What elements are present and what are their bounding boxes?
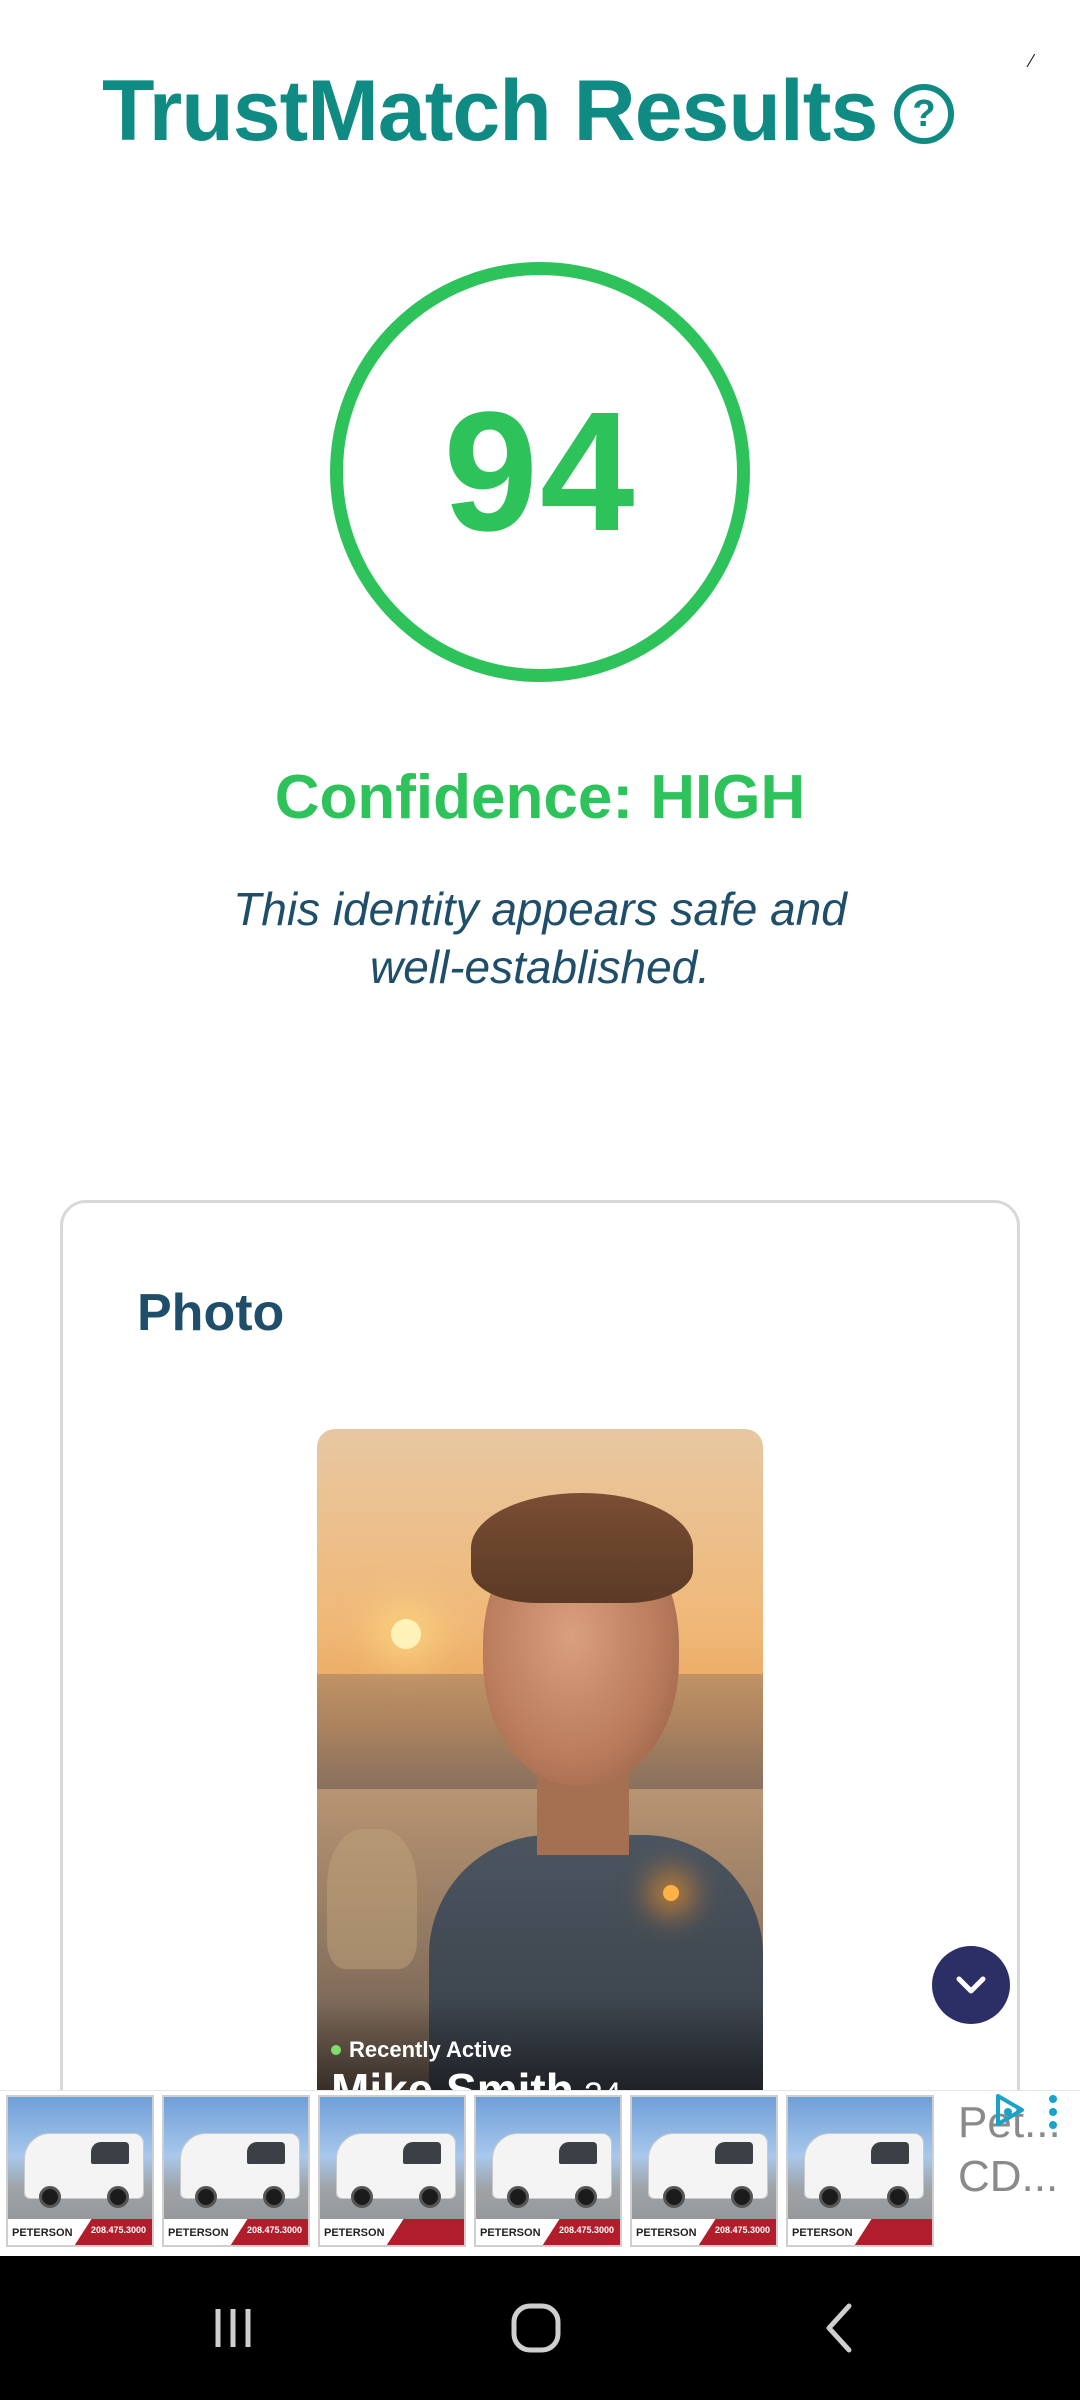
ad-phone-number: 208.475.3000	[558, 2225, 614, 2235]
confidence-label: Confidence: HIGH	[274, 763, 806, 832]
ad-headline-line-2[interactable]: CD...	[958, 2152, 1058, 2202]
van-image	[180, 2133, 300, 2208]
van-image	[492, 2133, 612, 2208]
home-button[interactable]	[496, 2296, 576, 2360]
van-window	[559, 2142, 597, 2164]
ad-thumbnail[interactable]: PETERSON	[786, 2095, 934, 2247]
dog-graphic	[327, 1829, 417, 1969]
van-wheel	[575, 2186, 597, 2208]
ad-thumbnail[interactable]: PETERSON 208.475.3000	[6, 2095, 154, 2247]
van-wheel	[195, 2186, 217, 2208]
van-window	[871, 2142, 909, 2164]
van-wheel	[107, 2186, 129, 2208]
ad-brand-logo: PETERSON	[480, 2227, 541, 2239]
van-image	[24, 2133, 144, 2208]
recents-icon	[215, 2309, 251, 2347]
home-icon	[511, 2303, 561, 2353]
ad-brand-logo: PETERSON	[168, 2227, 229, 2239]
van-window	[403, 2142, 441, 2164]
ad-banner[interactable]: PETERSON 208.475.3000 PETERSON 208.475.3000…	[0, 2090, 1080, 2257]
ad-brand-logo: PETERSON	[792, 2227, 853, 2239]
more-vertical-icon[interactable]	[1046, 2094, 1060, 2130]
van-window	[715, 2142, 753, 2164]
hair-graphic	[471, 1493, 693, 1603]
van-wheel	[731, 2186, 753, 2208]
back-icon	[826, 2303, 852, 2353]
chevron-down-icon	[956, 1976, 986, 1994]
trustmatch-results-screen: TrustMatch Results ? ⁄ 94 Confidence: HI…	[0, 0, 1080, 2400]
ad-brand-logo: PETERSON	[636, 2227, 697, 2239]
ad-phone-number: 208.475.3000	[246, 2225, 302, 2235]
activity-status-text: Recently Active	[349, 2037, 513, 2062]
scroll-down-button[interactable]	[932, 1946, 1010, 2024]
summary-text: This identity appears safe and well-esta…	[233, 883, 847, 993]
recents-button[interactable]	[193, 2296, 273, 2360]
ad-brand-logo: PETERSON	[324, 2227, 385, 2239]
profile-photo[interactable]: Recently Active Mike Smith24	[317, 1429, 763, 2129]
van-image	[804, 2133, 924, 2208]
trust-score-ring: 94	[330, 262, 750, 682]
van-wheel	[663, 2186, 685, 2208]
ad-phone-number: 208.475.3000	[714, 2225, 770, 2235]
trust-score-value: 94	[443, 377, 637, 567]
adchoices-icon[interactable]	[988, 2090, 1028, 2130]
photo-card-title: Photo	[137, 1284, 285, 1342]
back-button[interactable]	[800, 2296, 880, 2360]
status-indicator-icon: ⁄	[1030, 51, 1034, 71]
ad-thumbnail[interactable]: PETERSON 208.475.3000	[474, 2095, 622, 2247]
question-circle-icon: ?	[912, 92, 936, 135]
sun-graphic	[391, 1619, 421, 1649]
lens-flare-graphic	[663, 1885, 679, 1901]
ad-thumbnail[interactable]: PETERSON 208.475.3000	[162, 2095, 310, 2247]
ad-brand-logo: PETERSON	[12, 2227, 73, 2239]
van-wheel	[351, 2186, 373, 2208]
van-image	[336, 2133, 456, 2208]
van-wheel	[419, 2186, 441, 2208]
van-wheel	[263, 2186, 285, 2208]
van-wheel	[507, 2186, 529, 2208]
van-window	[247, 2142, 285, 2164]
van-window	[91, 2142, 129, 2164]
online-dot-icon	[331, 2045, 341, 2055]
van-wheel	[39, 2186, 61, 2208]
van-image	[648, 2133, 768, 2208]
ad-thumbnail[interactable]: PETERSON	[318, 2095, 466, 2247]
van-wheel	[819, 2186, 841, 2208]
van-wheel	[887, 2186, 909, 2208]
activity-status: Recently Active	[331, 2037, 512, 2063]
ad-phone-number: 208.475.3000	[90, 2225, 146, 2235]
ad-thumbnail[interactable]: PETERSON 208.475.3000	[630, 2095, 778, 2247]
page-title: TrustMatch Results	[102, 63, 878, 159]
help-button[interactable]: ?	[894, 84, 954, 144]
